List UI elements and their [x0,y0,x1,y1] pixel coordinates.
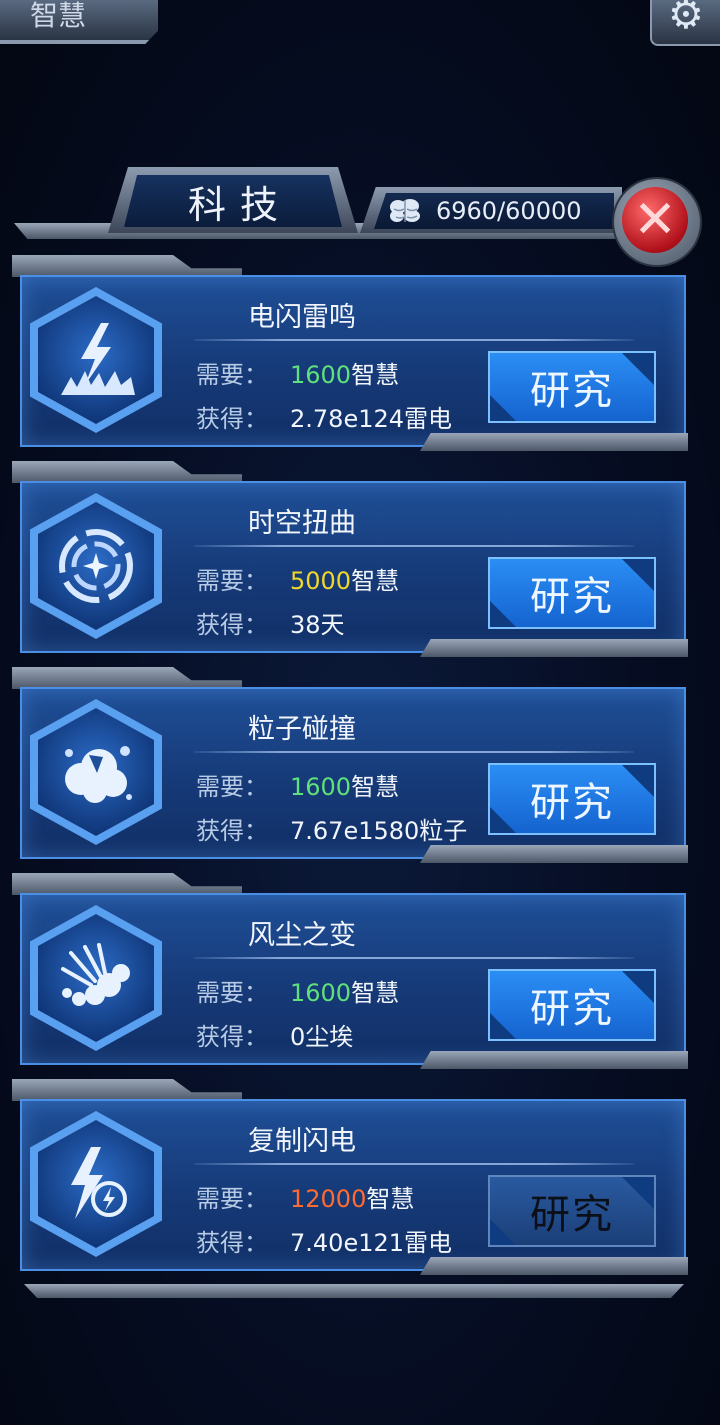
wisdom-tab[interactable]: 智慧 [0,0,158,44]
button-corner-decor [490,395,516,421]
research-button[interactable]: 研究 [488,351,656,423]
card-tab-strip [12,461,242,483]
card-divider [194,545,634,547]
research-button[interactable]: 研究 [488,1175,656,1247]
card-tab-strip [12,873,242,895]
settings-button[interactable]: ⚙ [650,0,720,46]
tech-card: 风尘之变 需要： 1600智慧 获得： 0尘埃 研究 [0,873,720,1078]
cost-number: 1600 [290,773,352,801]
require-value: 1600智慧 [290,767,399,802]
require-label: 需要： [196,361,268,389]
research-button[interactable]: 研究 [488,969,656,1041]
research-button-label: 研究 [530,368,614,414]
card-divider [194,339,634,341]
card-tab-strip [12,1079,242,1101]
card-bottom-bar [420,639,688,657]
require-label: 需要： [196,1185,268,1213]
button-corner-decor [622,1177,654,1209]
button-corner-decor [490,1219,516,1245]
gain-value: 0尘埃 [290,1023,354,1051]
cost-number: 1600 [290,361,352,389]
tech-card: 电闪雷鸣 需要： 1600智慧 获得： 2.78e124雷电 研究 [0,255,720,460]
tech-header: 科技 6960/60000 ✕ [0,165,720,267]
particle-collision-icon [38,708,154,836]
research-button[interactable]: 研究 [488,763,656,835]
brain-icon [388,197,422,225]
research-button-label: 研究 [530,574,614,620]
button-corner-decor [490,807,516,833]
research-button[interactable]: 研究 [488,557,656,629]
wisdom-counter: 6960/60000 [374,193,614,229]
wisdom-value: 6960/60000 [436,197,582,225]
card-bottom-bar [420,433,688,451]
gain-label: 获得： [196,611,268,639]
gain-value: 7.40e121雷电 [290,1229,453,1257]
cost-unit: 智慧 [351,979,400,1007]
cost-unit: 智慧 [351,773,400,801]
cost-unit: 智慧 [351,361,400,389]
cost-number: 5000 [290,567,352,595]
tech-card: 复制闪电 需要： 12000智慧 获得： 7.40e121雷电 研究 [0,1079,720,1284]
button-corner-decor [622,353,654,385]
top-bar: 智慧 ⚙ [0,0,720,48]
page-title: 科技 [187,182,292,227]
tech-name: 时空扭曲 [248,508,356,539]
button-corner-decor [622,971,654,1003]
gain-value: 2.78e124雷电 [290,405,453,433]
gain-label: 获得： [196,405,268,433]
cost-unit: 智慧 [351,567,400,595]
research-button-label: 研究 [530,986,614,1032]
close-icon: ✕ [622,187,688,253]
tech-name: 风尘之变 [248,920,356,951]
require-value: 1600智慧 [290,355,399,390]
gain-value: 7.67e1580粒子 [290,817,468,845]
card-divider [194,1163,634,1165]
require-value: 12000智慧 [290,1179,414,1214]
lightning-strike-icon [38,296,154,424]
cost-unit: 智慧 [366,1185,415,1213]
gain-value: 38天 [290,611,345,639]
cost-number: 1600 [290,979,352,1007]
gain-label: 获得： [196,1229,268,1257]
button-corner-decor [490,601,516,627]
card-tab-strip [12,255,242,277]
tech-card: 粒子碰撞 需要： 1600智慧 获得： 7.67e1580粒子 研究 [0,667,720,872]
button-corner-decor [490,1013,516,1039]
card-bottom-bar [420,1257,688,1275]
tech-card: 时空扭曲 需要： 5000智慧 获得： 38天 研究 [0,461,720,666]
gain-label: 获得： [196,1023,268,1051]
gear-icon: ⚙ [668,0,704,38]
require-value: 5000智慧 [290,561,399,596]
close-button[interactable]: ✕ [612,177,702,267]
footer-frame [24,1284,684,1298]
gain-label: 获得： [196,817,268,845]
cost-number: 12000 [290,1185,367,1213]
card-divider [194,751,634,753]
require-label: 需要： [196,773,268,801]
card-divider [194,957,634,959]
card-tab-strip [12,667,242,689]
require-label: 需要： [196,979,268,1007]
button-corner-decor [622,765,654,797]
tech-name: 复制闪电 [248,1126,356,1157]
page-title-box: 科技 [124,175,342,227]
require-value: 1600智慧 [290,973,399,1008]
research-button-label: 研究 [530,780,614,826]
require-label: 需要： [196,567,268,595]
button-corner-decor [622,559,654,591]
wisdom-tab-label: 智慧 [30,0,87,32]
tech-name: 电闪雷鸣 [248,302,356,333]
tech-name: 粒子碰撞 [248,714,356,745]
card-bottom-bar [420,845,688,863]
research-button-label: 研究 [530,1192,614,1238]
copy-lightning-icon [38,1120,154,1248]
dust-storm-icon [38,914,154,1042]
card-bottom-bar [420,1051,688,1069]
spacetime-vortex-icon [38,502,154,630]
